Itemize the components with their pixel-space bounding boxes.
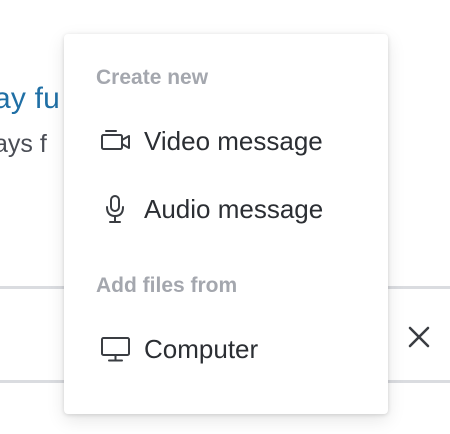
menu-item-video-message[interactable]: Video message bbox=[64, 113, 388, 169]
create-new-heading: Create new bbox=[96, 66, 209, 89]
video-camera-icon bbox=[100, 126, 136, 156]
attach-dropdown-menu: Create new Video message Audio message A… bbox=[64, 34, 388, 414]
menu-item-label: Computer bbox=[144, 333, 259, 364]
add-files-heading: Add files from bbox=[96, 274, 238, 297]
background-subtitle: ays f bbox=[0, 130, 47, 158]
close-icon bbox=[404, 322, 434, 352]
menu-item-audio-message[interactable]: Audio message bbox=[64, 181, 388, 237]
menu-item-computer[interactable]: Computer bbox=[64, 321, 388, 377]
microphone-icon bbox=[100, 194, 136, 224]
close-button[interactable] bbox=[404, 322, 434, 352]
page: ay fu ays f Create new Video message Aud… bbox=[0, 0, 450, 434]
menu-item-label: Video message bbox=[144, 125, 323, 156]
menu-item-label: Audio message bbox=[144, 193, 324, 224]
monitor-icon bbox=[100, 334, 136, 364]
background-title-link[interactable]: ay fu bbox=[0, 82, 60, 116]
